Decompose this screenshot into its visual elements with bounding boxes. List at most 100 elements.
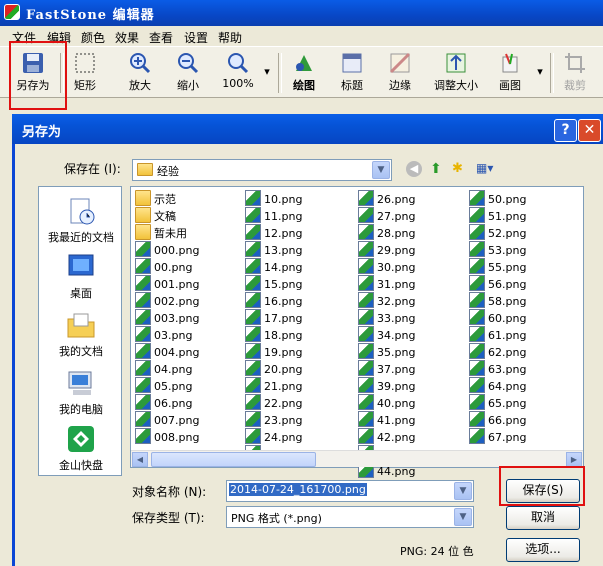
cancel-button[interactable]: 取消 bbox=[506, 506, 580, 530]
help-icon[interactable]: ? bbox=[554, 119, 577, 142]
chevron-down-icon[interactable]: ▼ bbox=[372, 161, 390, 179]
file-item[interactable]: 15.png bbox=[245, 275, 302, 292]
file-item[interactable]: 41.png bbox=[358, 411, 415, 428]
file-item[interactable]: 58.png bbox=[469, 292, 526, 309]
back-icon[interactable]: ◀ bbox=[406, 161, 422, 177]
file-item[interactable]: 18.png bbox=[245, 326, 302, 343]
file-item[interactable]: 17.png bbox=[245, 309, 302, 326]
scroll-left-icon[interactable]: ◀ bbox=[132, 452, 148, 467]
draw-button[interactable]: 绘图 bbox=[286, 49, 322, 97]
place-kuaipan[interactable]: 金山快盘 bbox=[39, 423, 123, 473]
file-item[interactable]: 004.png bbox=[135, 343, 199, 360]
file-item[interactable]: 27.png bbox=[358, 207, 415, 224]
folder-item[interactable]: 暂未用 bbox=[135, 224, 187, 241]
scroll-thumb[interactable] bbox=[151, 452, 316, 467]
crop-button[interactable]: 裁剪 bbox=[558, 49, 592, 97]
place-desktop[interactable]: 桌面 bbox=[39, 251, 123, 301]
file-item[interactable]: 03.png bbox=[135, 326, 192, 343]
file-item[interactable]: 60.png bbox=[469, 309, 526, 326]
menu-color[interactable]: 颜色 bbox=[81, 29, 105, 46]
folder-item[interactable]: 示范 bbox=[135, 190, 176, 207]
view-menu-icon[interactable]: ▦▾ bbox=[476, 161, 500, 177]
chevron-down-icon[interactable]: ▼ bbox=[454, 482, 472, 500]
file-item[interactable]: 31.png bbox=[358, 275, 415, 292]
dialog-title-bar[interactable]: 另存为 ? ✕ bbox=[12, 114, 603, 144]
file-item[interactable]: 28.png bbox=[358, 224, 415, 241]
file-item[interactable]: 42.png bbox=[358, 428, 415, 445]
file-item[interactable]: 16.png bbox=[245, 292, 302, 309]
up-folder-icon[interactable]: ⬆ bbox=[430, 161, 446, 177]
file-item[interactable]: 65.png bbox=[469, 394, 526, 411]
file-item[interactable]: 50.png bbox=[469, 190, 526, 207]
file-item[interactable]: 51.png bbox=[469, 207, 526, 224]
filename-combo[interactable]: 2014-07-24_161700.png ▼ bbox=[226, 480, 474, 502]
file-item[interactable]: 63.png bbox=[469, 360, 526, 377]
save-in-combo[interactable]: 经验 ▼ bbox=[132, 159, 392, 181]
file-item[interactable]: 19.png bbox=[245, 343, 302, 360]
place-recent[interactable]: 我最近的文档 bbox=[39, 195, 123, 245]
close-icon[interactable]: ✕ bbox=[578, 119, 601, 142]
paint-dropdown-icon[interactable]: ▾ bbox=[535, 65, 545, 113]
file-item[interactable]: 24.png bbox=[245, 428, 302, 445]
file-item[interactable]: 00.png bbox=[135, 258, 192, 275]
file-item[interactable]: 52.png bbox=[469, 224, 526, 241]
file-item[interactable]: 001.png bbox=[135, 275, 199, 292]
menu-help[interactable]: 帮助 bbox=[218, 29, 242, 46]
menu-settings[interactable]: 设置 bbox=[184, 29, 208, 46]
horizontal-scrollbar[interactable]: ◀ ▶ bbox=[131, 450, 583, 467]
folder-item[interactable]: 文稿 bbox=[135, 207, 176, 224]
file-item[interactable]: 62.png bbox=[469, 343, 526, 360]
app-title-bar[interactable]: FastStone 编辑器 bbox=[0, 0, 603, 26]
file-item[interactable]: 29.png bbox=[358, 241, 415, 258]
caption-button[interactable]: 标题 bbox=[334, 49, 370, 97]
file-item[interactable]: 55.png bbox=[469, 258, 526, 275]
options-button[interactable]: 选项... bbox=[506, 538, 580, 562]
file-item[interactable]: 23.png bbox=[245, 411, 302, 428]
file-item[interactable]: 53.png bbox=[469, 241, 526, 258]
file-item[interactable]: 30.png bbox=[358, 258, 415, 275]
file-item[interactable]: 39.png bbox=[358, 377, 415, 394]
menu-effects[interactable]: 效果 bbox=[115, 29, 139, 46]
file-item[interactable]: 008.png bbox=[135, 428, 199, 445]
file-item[interactable]: 13.png bbox=[245, 241, 302, 258]
file-item[interactable]: 007.png bbox=[135, 411, 199, 428]
file-item[interactable]: 32.png bbox=[358, 292, 415, 309]
file-item[interactable]: 67.png bbox=[469, 428, 526, 445]
filename-input[interactable]: 2014-07-24_161700.png bbox=[229, 483, 367, 496]
file-item[interactable]: 26.png bbox=[358, 190, 415, 207]
file-item[interactable]: 20.png bbox=[245, 360, 302, 377]
file-item[interactable]: 22.png bbox=[245, 394, 302, 411]
file-item[interactable]: 14.png bbox=[245, 258, 302, 275]
file-item[interactable]: 04.png bbox=[135, 360, 192, 377]
file-item[interactable]: 40.png bbox=[358, 394, 415, 411]
file-item[interactable]: 56.png bbox=[469, 275, 526, 292]
chevron-down-icon[interactable]: ▼ bbox=[454, 508, 472, 526]
zoom-in-button[interactable]: 放大 bbox=[122, 49, 158, 97]
resize-button[interactable]: 调整大小 bbox=[428, 49, 484, 97]
file-item[interactable]: 002.png bbox=[135, 292, 199, 309]
file-item[interactable]: 64.png bbox=[469, 377, 526, 394]
file-item[interactable]: 33.png bbox=[358, 309, 415, 326]
paint-button[interactable]: 画图 bbox=[492, 49, 528, 97]
file-item[interactable]: 21.png bbox=[245, 377, 302, 394]
file-item[interactable]: 12.png bbox=[245, 224, 302, 241]
file-item[interactable]: 34.png bbox=[358, 326, 415, 343]
file-item[interactable]: 11.png bbox=[245, 207, 302, 224]
rect-select-button[interactable]: 矩形 bbox=[66, 49, 104, 97]
filetype-select[interactable]: PNG 格式 (*.png) ▼ bbox=[226, 506, 474, 528]
file-item[interactable]: 10.png bbox=[245, 190, 302, 207]
file-item[interactable]: 37.png bbox=[358, 360, 415, 377]
edge-button[interactable]: 边缘 bbox=[382, 49, 418, 97]
scroll-right-icon[interactable]: ▶ bbox=[566, 452, 582, 467]
zoom-level-button[interactable]: 100% bbox=[218, 49, 258, 97]
place-my-computer[interactable]: 我的电脑 bbox=[39, 367, 123, 417]
file-item[interactable]: 35.png bbox=[358, 343, 415, 360]
file-item[interactable]: 61.png bbox=[469, 326, 526, 343]
file-item[interactable]: 05.png bbox=[135, 377, 192, 394]
file-item[interactable]: 66.png bbox=[469, 411, 526, 428]
file-item[interactable]: 000.png bbox=[135, 241, 199, 258]
zoom-dropdown-icon[interactable]: ▾ bbox=[262, 65, 272, 113]
file-item[interactable]: 06.png bbox=[135, 394, 192, 411]
zoom-out-button[interactable]: 缩小 bbox=[170, 49, 206, 97]
menu-view[interactable]: 查看 bbox=[149, 29, 173, 46]
